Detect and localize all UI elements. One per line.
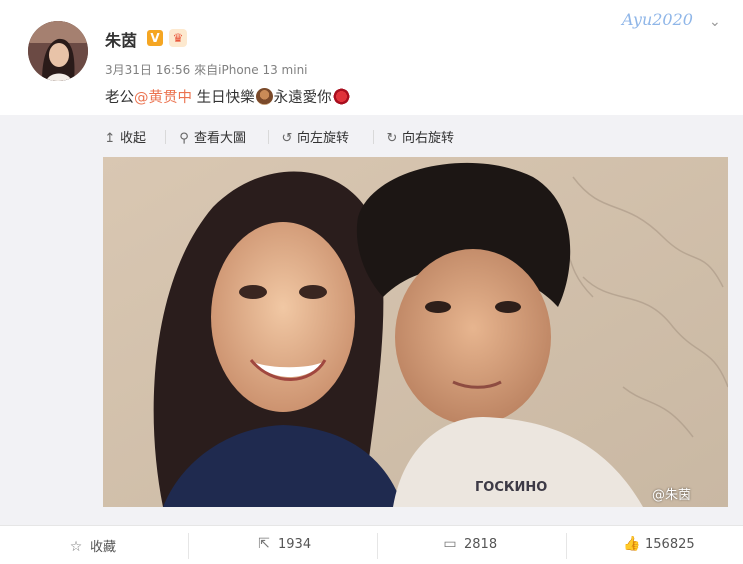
share-icon: ⇱ (258, 536, 270, 552)
favorite-button[interactable]: ☆ 收藏 (68, 536, 116, 555)
post-source: 來自iPhone 13 mini (194, 63, 308, 77)
action-divider (188, 533, 189, 559)
like-count: 156825 (645, 537, 695, 552)
comment-icon: ▭ (443, 536, 457, 552)
post-text: 老公@黄贯中 生日快樂 永遠愛你 (105, 86, 351, 107)
thumbs-up-icon: 👍 (623, 536, 641, 552)
content-after-cake: 永遠愛你 (273, 90, 332, 106)
author-name[interactable]: 朱茵 (105, 27, 137, 51)
cake-emoji-icon (255, 88, 273, 105)
post-meta: 3月31日 16:56 來自iPhone 13 mini (105, 61, 308, 78)
lips-emoji-icon (332, 88, 350, 105)
view-large-label: 查看大圖 (194, 131, 247, 146)
repost-count: 1934 (278, 537, 312, 552)
photo-watermark: @朱茵 (652, 488, 692, 503)
toolbar-divider (373, 130, 374, 144)
favorite-label: 收藏 (90, 540, 117, 555)
verified-badge-icon: V (147, 30, 163, 46)
shirt-text: ГОСКИНО (475, 480, 547, 495)
watermark: Ayu2020 (622, 10, 693, 29)
arrow-up-icon: ↥ (104, 131, 116, 146)
crown-badge-icon: ♛ (169, 29, 187, 47)
content-middle: 生日快樂 (192, 90, 255, 106)
rotate-right-label: 向右旋转 (402, 131, 455, 146)
star-icon: ☆ (69, 539, 83, 555)
rotate-right-button[interactable]: ↻ 向右旋转 (385, 127, 454, 146)
post-timestamp[interactable]: 3月31日 16:56 (105, 63, 190, 77)
woman-face (211, 222, 355, 412)
comment-count: 2818 (464, 537, 498, 552)
comment-button[interactable]: ▭ 2818 (442, 536, 497, 552)
toolbar-divider (165, 130, 166, 144)
search-icon: ⚲ (179, 131, 189, 146)
rotate-left-button[interactable]: ↺ 向左旋转 (280, 127, 349, 146)
action-divider (377, 533, 378, 559)
collapse-label: 收起 (120, 131, 147, 146)
collapse-button[interactable]: ↥ 收起 (103, 127, 146, 146)
chevron-down-icon[interactable]: ⌄ (709, 14, 721, 30)
toolbar-divider (268, 130, 269, 144)
action-divider (566, 533, 567, 559)
content-prefix: 老公 (105, 90, 134, 106)
repost-button[interactable]: ⇱ 1934 (256, 536, 311, 552)
rotate-left-icon: ↺ (281, 131, 293, 146)
avatar[interactable] (28, 21, 88, 81)
rotate-left-label: 向左旋转 (297, 131, 350, 146)
post-photo[interactable]: ГОСКИНО (103, 157, 728, 507)
man-face (395, 249, 551, 425)
like-button[interactable]: 👍 156825 (623, 536, 695, 552)
rotate-right-icon: ↻ (386, 131, 398, 146)
mention-link[interactable]: @黄贯中 (134, 90, 192, 106)
view-large-button[interactable]: ⚲ 查看大圖 (177, 127, 246, 146)
